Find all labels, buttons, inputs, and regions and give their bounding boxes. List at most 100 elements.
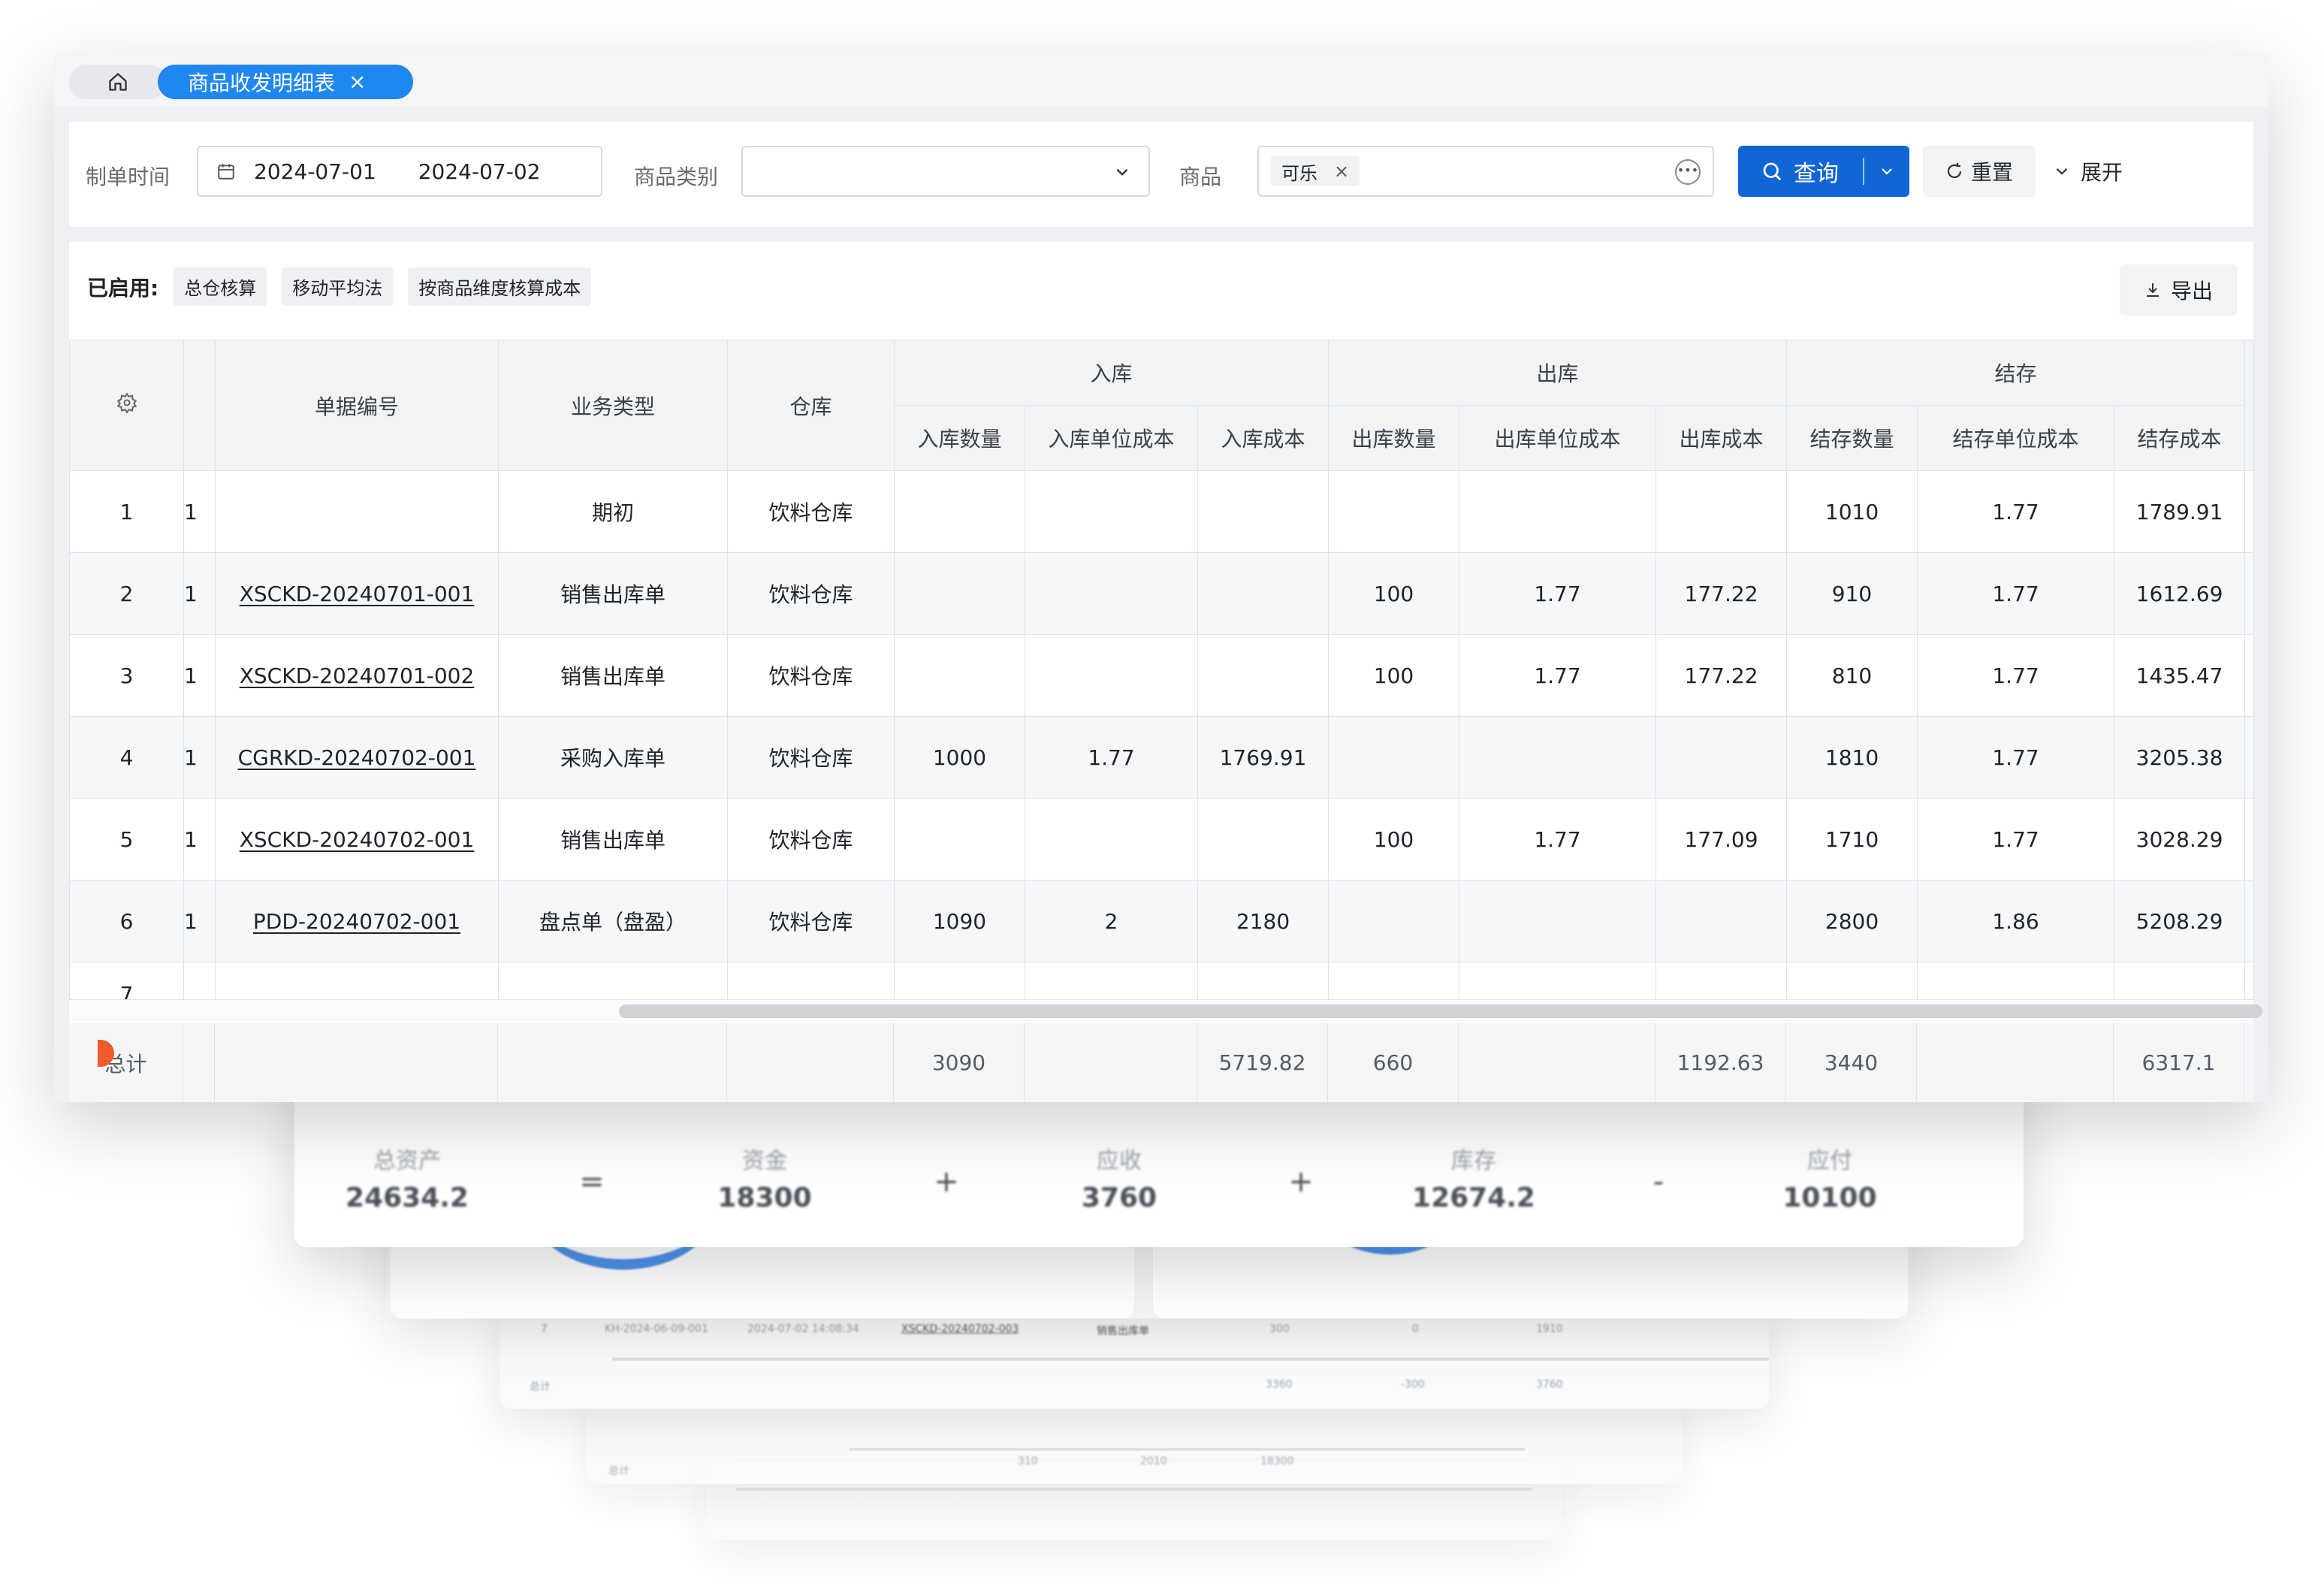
cell-in-unit-cost: 1.77: [1025, 716, 1198, 799]
column-header-in-qty[interactable]: 入库数量: [894, 405, 1025, 471]
cell-in-unit-cost: 2: [1025, 880, 1198, 962]
cell-bal-unit-cost: 1.77: [1917, 552, 2115, 635]
doc-no-link[interactable]: XSCKD-20240701-002: [240, 663, 475, 688]
cell-in-unit-cost: [1025, 634, 1198, 717]
date-range-picker[interactable]: 2024-07-01 2024-07-02: [197, 146, 602, 197]
cell-warehouse: 饮料仓库: [727, 634, 895, 717]
home-icon: [109, 73, 127, 91]
query-dropdown[interactable]: [1864, 162, 1909, 180]
more-options-icon[interactable]: •••: [1675, 159, 1701, 185]
cell-out-cost: 177.22: [1655, 552, 1788, 635]
doc-no-link[interactable]: XSCKD-20240701-001: [240, 582, 475, 606]
tab-goods-receipt-detail[interactable]: 商品收发明细表 ×: [158, 65, 413, 99]
cell-doc-no[interactable]: XSCKD-20240701-002: [215, 634, 499, 717]
totals-cell: [727, 1023, 894, 1102]
column-group-in: 入库: [893, 340, 1330, 406]
column-header-out-cost[interactable]: 出库成本: [1655, 405, 1788, 471]
cell-doc-no: [215, 470, 499, 553]
category-select[interactable]: [741, 146, 1150, 197]
search-icon: [1763, 162, 1782, 181]
refresh-icon: [1947, 163, 1962, 178]
query-button[interactable]: 查询: [1738, 146, 1909, 197]
cell-idx: 5: [69, 798, 184, 881]
column-header-doc-no[interactable]: 单据编号: [215, 340, 499, 471]
column-header-biz-type[interactable]: 业务类型: [498, 340, 728, 471]
export-button[interactable]: 导出: [2120, 264, 2237, 316]
formula-value: 10100: [1782, 1183, 1877, 1213]
cell-partial: [1786, 962, 1918, 1000]
totals-out-qty: 660: [1328, 1023, 1459, 1102]
column-settings[interactable]: [69, 340, 184, 471]
column-header-out-unit-cost[interactable]: 出库单位成本: [1459, 405, 1657, 471]
cell-biz-type: 采购入库单: [498, 716, 728, 799]
table-row[interactable]: 2 1 XSCKD-20240701-001 销售出库单 饮料仓库 100 1.77 177.…: [69, 552, 2255, 635]
cell-bal-qty: 1010: [1786, 470, 1918, 553]
formula-label: 资金: [742, 1148, 787, 1174]
formula-value: 3760: [1081, 1183, 1157, 1213]
cell-bal-cost: 1435.47: [2114, 634, 2246, 717]
reset-label: 重置: [1970, 160, 2013, 185]
chip-remove-icon[interactable]: ×: [1334, 161, 1349, 182]
bg-total-b: -300: [1401, 1379, 1425, 1391]
column-header-in-unit-cost[interactable]: 入库单位成本: [1025, 405, 1198, 471]
cell-in-cost: [1197, 634, 1330, 717]
cell-out-unit-cost: [1459, 716, 1657, 799]
tab-home[interactable]: [69, 65, 167, 99]
cell-out-qty: 100: [1328, 634, 1460, 717]
chevron-down-icon: [1882, 168, 1892, 175]
doc-no-link[interactable]: PDD-20240702-001: [253, 909, 460, 934]
cell-partial: [727, 962, 895, 1000]
horizontal-scrollbar-track[interactable]: [69, 1001, 2262, 1022]
cell-sub: 1: [183, 880, 216, 962]
bg-row7-idx: 7: [541, 1323, 548, 1335]
cell-sub: 1: [183, 716, 216, 799]
cell-bal-cost: 5208.29: [2114, 880, 2246, 962]
cell-doc-no[interactable]: XSCKD-20240702-001: [215, 798, 499, 881]
cell-doc-no[interactable]: CGRKD-20240702-001: [215, 716, 499, 799]
totals-cell: [1917, 1023, 2114, 1102]
cell-warehouse: 饮料仓库: [727, 716, 895, 799]
method-tag: 移动平均法: [282, 267, 394, 306]
enabled-label: 已启用:: [87, 275, 159, 301]
column-header-out-qty[interactable]: 出库数量: [1328, 405, 1460, 471]
tab-close-icon[interactable]: ×: [349, 71, 366, 92]
table-row[interactable]: 6 1 PDD-20240702-001 盘点单（盘盈） 饮料仓库 1090 2 2180 28…: [69, 880, 2255, 962]
column-header-bal-unit-cost[interactable]: 结存单位成本: [1917, 405, 2115, 471]
cell-doc-no[interactable]: PDD-20240702-001: [215, 880, 499, 962]
cell-doc-no[interactable]: XSCKD-20240701-001: [215, 552, 499, 635]
cell-partial: [498, 962, 728, 1000]
column-header-warehouse[interactable]: 仓库: [727, 340, 895, 471]
cell-bal-qty: 1710: [1786, 798, 1918, 881]
column-header-bal-cost[interactable]: 结存成本: [2114, 405, 2246, 471]
doc-no-link[interactable]: CGRKD-20240702-001: [238, 745, 476, 770]
table-row[interactable]: 1 1 期初 饮料仓库 1010 1.77 1789.91: [69, 470, 2255, 553]
date-end[interactable]: 2024-07-02: [418, 159, 541, 184]
reset-button[interactable]: 重置: [1923, 146, 2036, 197]
column-header-bal-qty[interactable]: 结存数量: [1786, 405, 1918, 471]
cell-in-cost: [1197, 470, 1330, 553]
formula-payable: 应付 10100: [1732, 1142, 1927, 1213]
bg-total-c: 3760: [1536, 1379, 1563, 1391]
cell-out-qty: 100: [1328, 798, 1460, 881]
cell-warehouse: 饮料仓库: [727, 798, 895, 881]
cell-sub: 1: [183, 470, 216, 553]
expand-button[interactable]: 展开: [2052, 146, 2123, 197]
cell-biz-type: 销售出库单: [498, 634, 728, 717]
table-row[interactable]: 3 1 XSCKD-20240701-002 销售出库单 饮料仓库 100 1.77 177.…: [69, 634, 2255, 717]
table-row[interactable]: 5 1 XSCKD-20240702-001 销售出库单 饮料仓库 100 1.77 177.…: [69, 798, 2255, 881]
bg-total-label: 总计: [530, 1381, 551, 1393]
cell-idx: 4: [69, 716, 184, 799]
date-start[interactable]: 2024-07-01: [254, 159, 376, 184]
formula-minus: -: [1652, 1165, 1665, 1199]
blur-line: [849, 1448, 1525, 1451]
goods-multiselect[interactable]: 可乐 × •••: [1257, 146, 1714, 197]
totals-out-cost: 1192.63: [1655, 1023, 1786, 1102]
cell-biz-type: 销售出库单: [498, 798, 728, 881]
horizontal-scrollbar-thumb[interactable]: [619, 1004, 2262, 1018]
cell-idx: 1: [69, 470, 184, 553]
cell-bal-unit-cost: 1.77: [1917, 634, 2115, 717]
doc-no-link[interactable]: XSCKD-20240702-001: [240, 827, 475, 852]
table-row[interactable]: 4 1 CGRKD-20240702-001 采购入库单 饮料仓库 1000 1.77 176…: [69, 716, 2255, 799]
column-header-in-cost[interactable]: 入库成本: [1197, 405, 1330, 471]
query-main[interactable]: 查询: [1738, 155, 1863, 188]
